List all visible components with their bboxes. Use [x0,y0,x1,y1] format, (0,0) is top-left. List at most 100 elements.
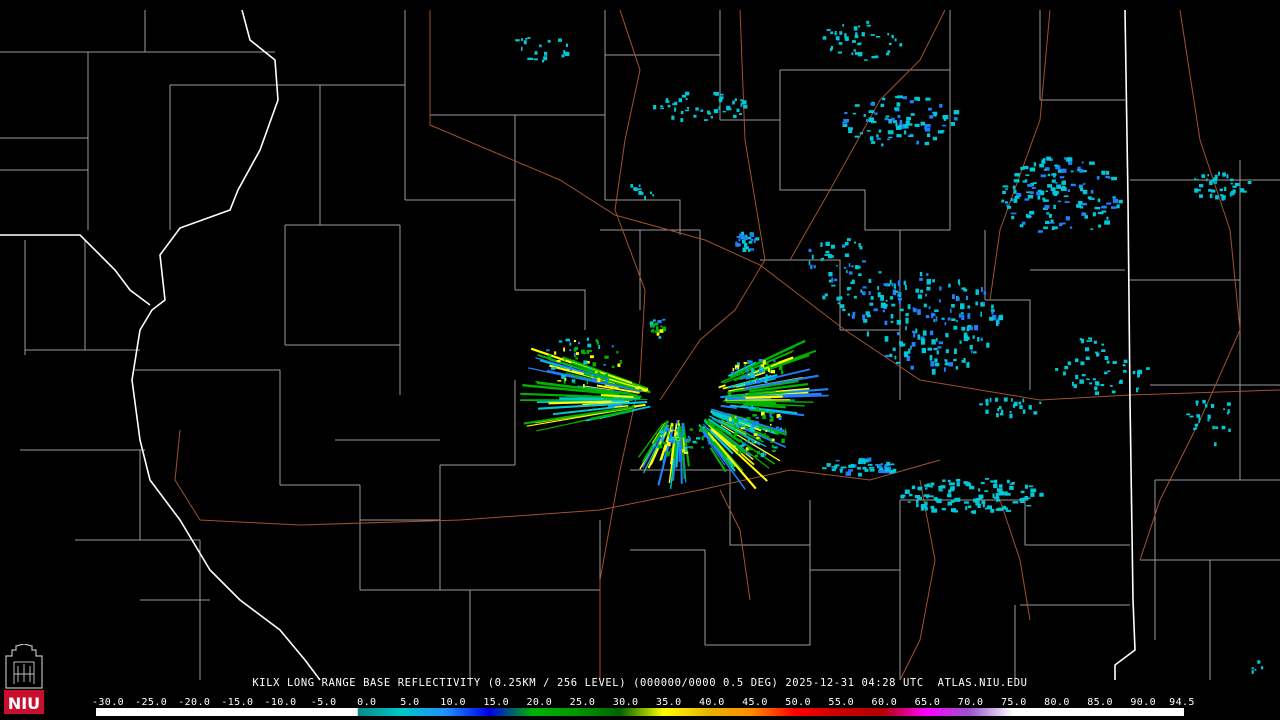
echo-pixel [889,279,892,285]
echo-pixel [525,38,528,40]
echo-pixel [880,294,884,301]
echo-pixel [810,264,813,270]
echo-pixel [595,371,598,374]
county-line [515,289,586,330]
echo-pixel [1085,347,1090,352]
echo-pixel [1223,408,1226,410]
echo-pixel [958,313,962,318]
echo-pixel [920,338,926,345]
echo-pixel [928,306,931,310]
echo-pixel [689,446,694,449]
colorbar-tick-label: 55.0 [828,697,855,708]
echo-pixel [781,429,784,432]
echo-pixel [879,468,884,470]
echo-pixel [909,493,913,497]
echo-pixel [1039,163,1044,168]
echo-pixel [752,441,755,444]
echo-pixel [920,504,927,508]
echo-pixel [707,112,712,115]
echo-pixel [1234,183,1240,187]
echo-pixel [759,426,764,430]
echo-pixel [956,297,960,301]
echo-pixel [756,451,761,455]
echo-pixel [680,110,684,115]
echo-pixel [884,320,888,326]
echo-pixel [1080,361,1085,366]
echo-pixel [975,301,978,306]
echo-pixel [685,98,688,100]
echo-pixel [1039,401,1042,404]
echo-pixel [527,57,532,60]
echo-pixel [966,326,970,332]
echo-pixel [857,467,861,470]
echo-pixel [573,347,577,352]
county-line [429,10,515,116]
echo-pixel [763,432,766,435]
echo-pixel [866,331,869,337]
echo-pixel [831,468,836,471]
colorbar-tick-label: 94.5 [1169,697,1195,708]
echo-pixel [926,133,931,138]
echo-pixel [874,112,878,115]
echo-pixel [1005,201,1009,204]
colorbar-tick-label: 40.0 [699,697,725,708]
echo-pixel [951,318,956,321]
echo-pixel [862,286,867,289]
echo-pixel [569,366,573,371]
echo-pixel [662,441,667,445]
echo-pixel [1222,172,1226,177]
echo-pixel [637,188,642,191]
echo-pixel [1013,179,1020,183]
echo-pixel [970,511,975,513]
echo-pixel [765,430,768,432]
echo-pixel [925,97,931,101]
echo-pixel [972,335,975,339]
echo-pixel [722,110,726,113]
echo-pixel [862,314,866,319]
echo-pixel [997,488,1003,493]
echo-pixel [855,265,859,270]
echo-pixel [960,312,964,315]
echo-pixel [1029,210,1035,215]
echo-pixel [780,370,784,375]
echo-pixel [1106,216,1109,220]
echo-pixel [1094,386,1098,391]
echo-pixel [1194,178,1196,180]
echo-pixel [1199,184,1204,188]
echo-pixel [653,105,657,110]
echo-pixel [866,24,871,27]
echo-pixel [1063,371,1066,376]
echo-pixel [745,447,749,451]
echo-pixel [754,454,759,458]
echo-pixel [905,313,909,317]
echo-pixel [1009,483,1014,485]
echo-pixel [1046,212,1050,215]
echo-pixel [1209,193,1213,199]
echo-pixel [736,108,740,112]
echo-pixel [734,416,737,419]
county-line [0,10,146,53]
echo-pixel [1213,182,1218,184]
echo-pixel [858,265,861,269]
colorbar-tick-label: 30.0 [612,697,639,708]
echo-pixel [561,54,565,58]
echo-pixel [877,286,879,291]
echo-pixel [846,270,848,274]
echo-ray [681,423,685,434]
echo-pixel [1221,194,1224,199]
echo-pixel [1033,162,1037,167]
echo-pixel [1214,174,1218,179]
echo-pixel [948,283,951,288]
highway-line [989,9,1051,301]
echo-pixel [839,31,843,35]
echo-pixel [1202,399,1206,404]
echo-pixel [860,289,863,293]
echo-pixel [1030,191,1034,194]
echo-pixel [743,104,748,109]
echo-pixel [931,368,936,375]
echo-pixel [1242,190,1247,193]
colorbar-tick-label: 65.0 [914,697,941,708]
echo-pixel [523,40,527,45]
echo-pixel [966,483,972,487]
echo-pixel [729,107,732,111]
